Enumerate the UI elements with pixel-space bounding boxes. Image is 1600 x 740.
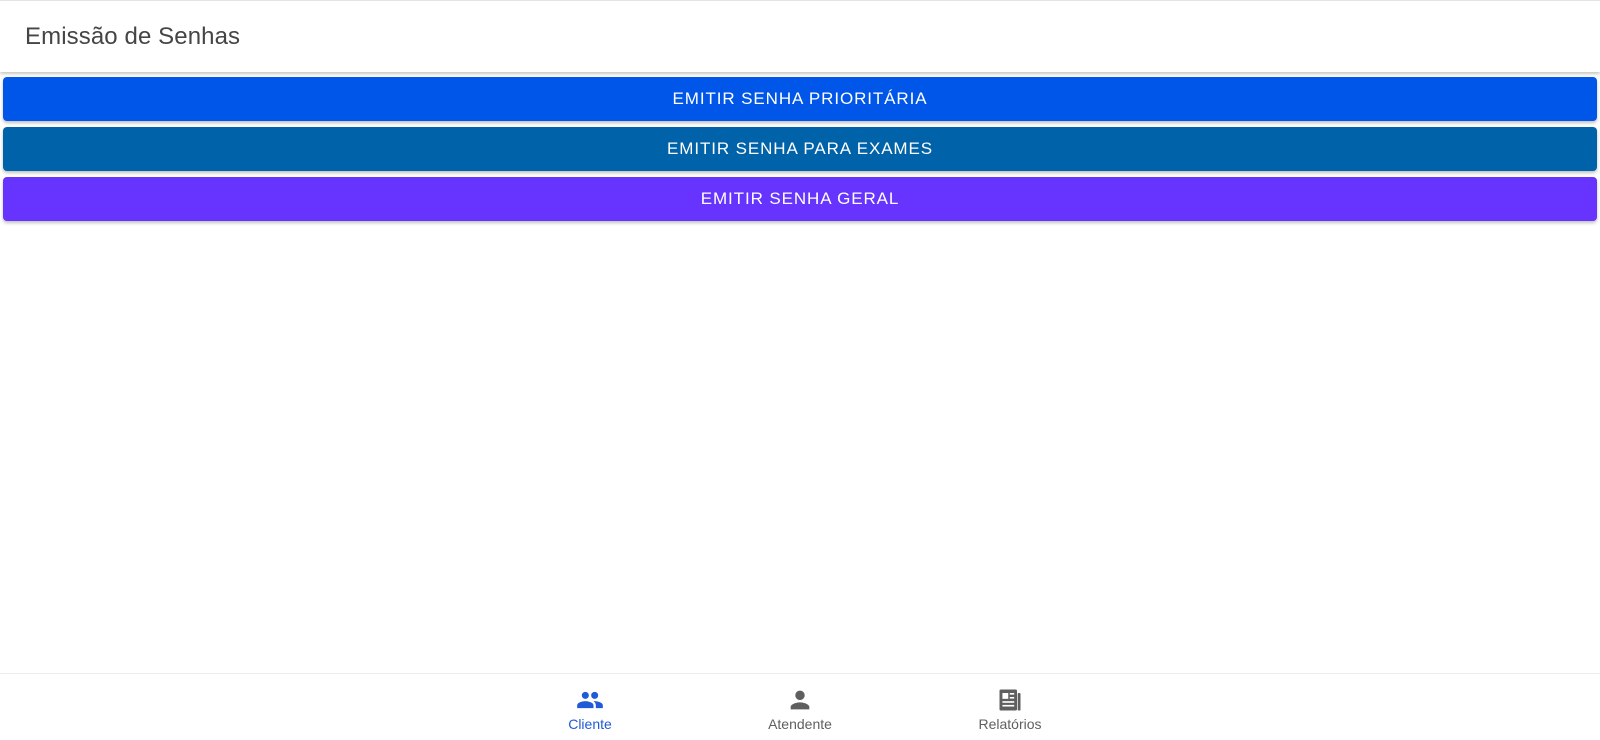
ticket-buttons: EMITIR SENHA PRIORITÁRIA EMITIR SENHA PA… bbox=[3, 77, 1597, 221]
nav-label-atendente: Atendente bbox=[768, 716, 832, 732]
app-root: Emissão de Senhas EMITIR SENHA PRIORITÁR… bbox=[0, 0, 1600, 740]
app-header: Emissão de Senhas bbox=[0, 0, 1600, 72]
nav-item-relatorios[interactable]: Relatórios bbox=[905, 674, 1115, 740]
nav-label-cliente: Cliente bbox=[568, 716, 612, 732]
general-ticket-button[interactable]: EMITIR SENHA GERAL bbox=[3, 177, 1597, 221]
newspaper-icon bbox=[996, 686, 1024, 714]
nav-item-atendente[interactable]: Atendente bbox=[695, 674, 905, 740]
exams-ticket-button[interactable]: EMITIR SENHA PARA EXAMES bbox=[3, 127, 1597, 171]
nav-label-relatorios: Relatórios bbox=[978, 716, 1042, 732]
page-title: Emissão de Senhas bbox=[25, 22, 241, 50]
bottom-navigation: Cliente Atendente Relatórios bbox=[0, 673, 1600, 740]
people-icon bbox=[576, 686, 604, 714]
priority-ticket-button[interactable]: EMITIR SENHA PRIORITÁRIA bbox=[3, 77, 1597, 121]
person-icon bbox=[786, 686, 814, 714]
nav-item-cliente[interactable]: Cliente bbox=[485, 674, 695, 740]
